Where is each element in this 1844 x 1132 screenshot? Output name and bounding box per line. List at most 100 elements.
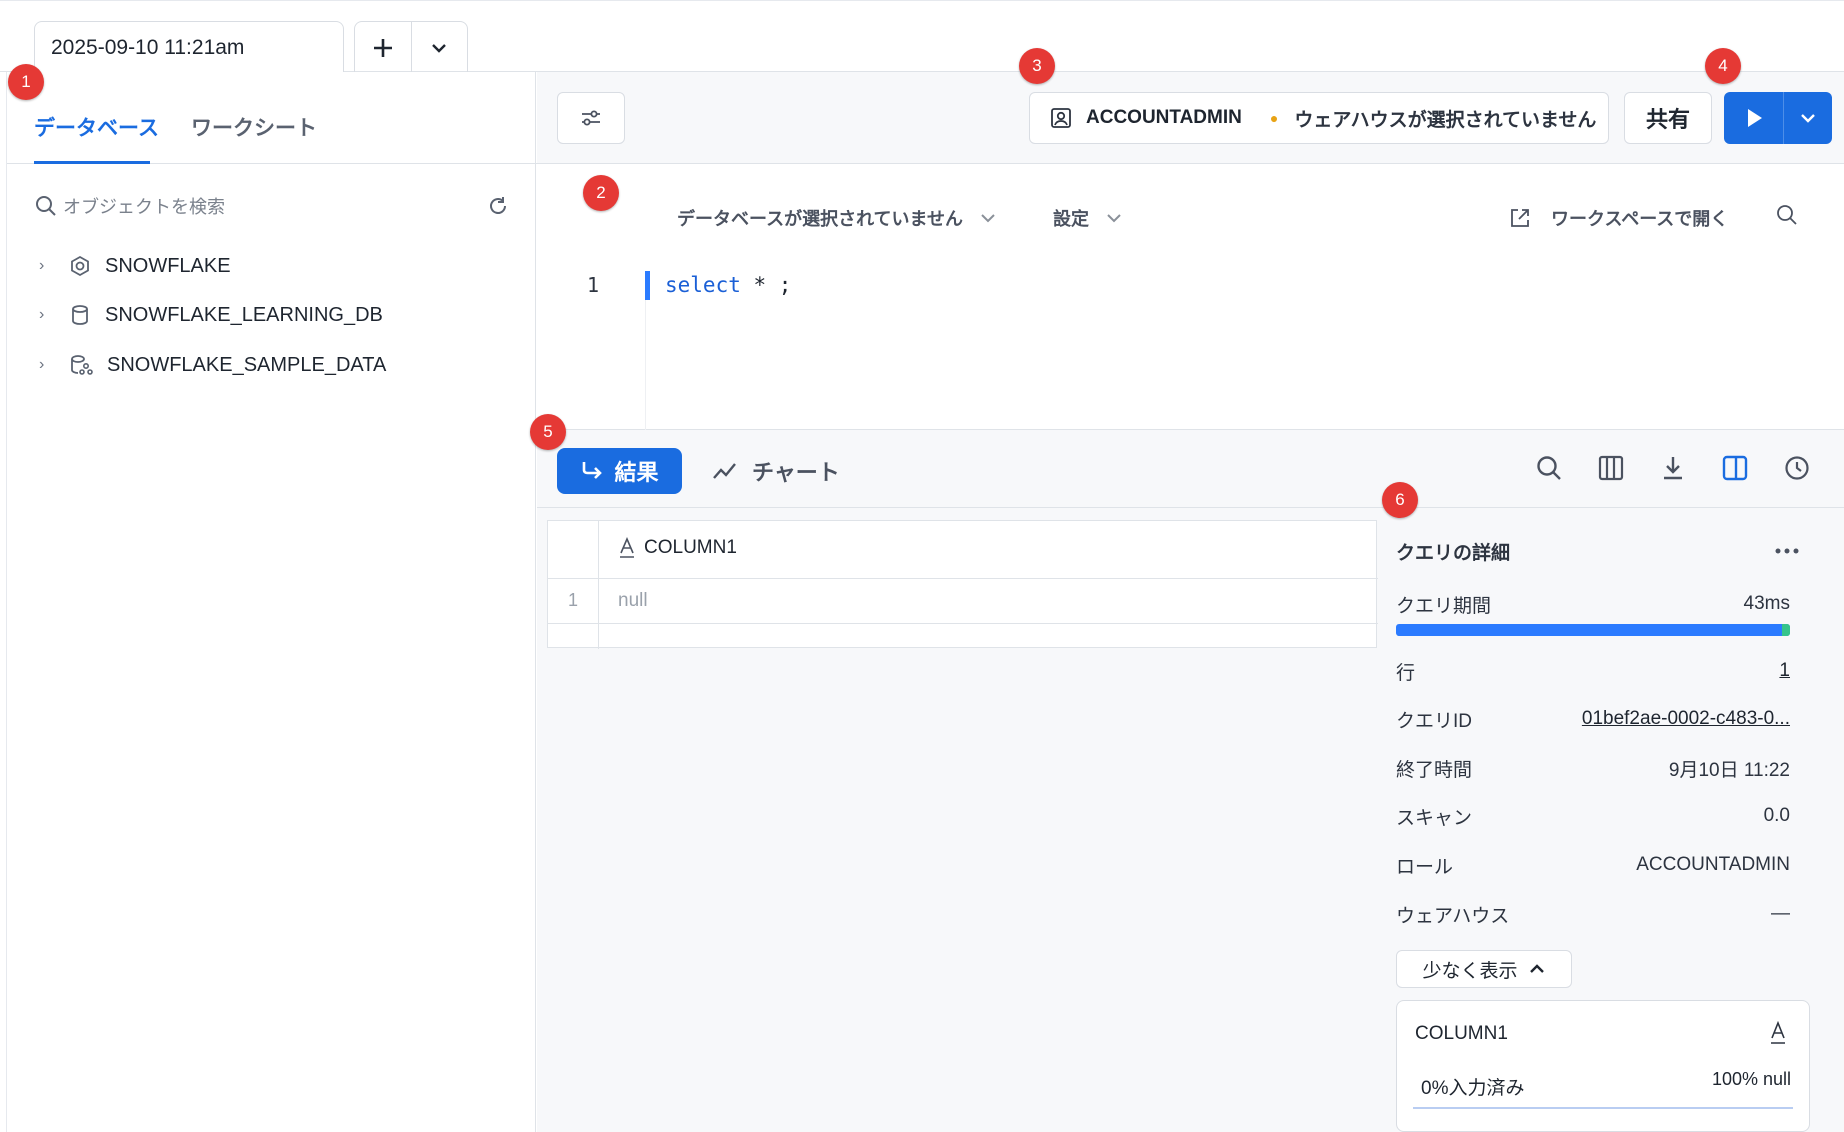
- active-line-marker: [645, 271, 650, 300]
- details-title: クエリの詳細: [1396, 542, 1511, 564]
- annotation-badge: 6: [1382, 482, 1418, 518]
- show-less-label: 少なく表示: [1422, 960, 1518, 982]
- download-icon[interactable]: [1659, 454, 1687, 482]
- detail-label: ロール: [1396, 856, 1454, 878]
- text-type-icon: [620, 537, 634, 558]
- line-chart-icon: [713, 463, 736, 479]
- worksheet-toolbar: ACCOUNTADMIN ● ウェアハウスが選択されていません 共有: [537, 72, 1844, 164]
- chevron-right-icon[interactable]: ›: [39, 257, 57, 275]
- run-button[interactable]: [1724, 92, 1784, 144]
- side-panel-icon[interactable]: [1721, 454, 1749, 482]
- plus-icon: [373, 38, 392, 57]
- chart-tab[interactable]: チャート: [712, 448, 840, 494]
- tree-item-learning-db[interactable]: › SNOWFLAKE_LEARNING_DB: [39, 299, 383, 331]
- detail-query-id: クエリID 01bef2ae-0002-c483-0...: [1396, 704, 1790, 734]
- show-less-button[interactable]: 少なく表示: [1396, 950, 1572, 988]
- grid-line: [548, 578, 1378, 579]
- worksheet-tab-title: 2025-09-10 11:21am: [51, 36, 245, 59]
- database-icon: [72, 305, 88, 325]
- role-label: ACCOUNTADMIN: [1086, 107, 1242, 128]
- worksheet-tab[interactable]: 2025-09-10 11:21am: [34, 21, 344, 74]
- text-type-icon: [1771, 1021, 1785, 1044]
- column-filled-label: 0%入力済み: [1421, 1078, 1525, 1099]
- detail-value: 43ms: [1743, 593, 1790, 614]
- sql-editor[interactable]: 1 select * ;: [537, 265, 1844, 430]
- results-tab-label: 結果: [614, 460, 659, 485]
- chevron-down-icon: [1801, 114, 1815, 123]
- detail-warehouse: ウェアハウス —: [1396, 899, 1790, 929]
- search-placeholder: オブジェクトを検索: [63, 197, 225, 217]
- chevron-up-icon: [1529, 964, 1544, 973]
- detail-label: クエリ期間: [1396, 595, 1492, 617]
- column-stats-name: COLUMN1: [1415, 1023, 1508, 1044]
- detail-label: ウェアハウス: [1396, 905, 1510, 927]
- object-explorer: データベース ワークシート オブジェクトを検索 › SNOWFLAKE › SN…: [6, 72, 537, 1132]
- results-toolbar: 結果 チャート: [537, 430, 1844, 508]
- settings-dropdown-label: 設定: [1053, 209, 1089, 229]
- detail-value: 9月10日 11:22: [1668, 759, 1790, 781]
- tree-item-label: SNOWFLAKE: [105, 254, 231, 277]
- columns-icon[interactable]: [1597, 454, 1625, 482]
- annotation-badge: 2: [583, 175, 619, 211]
- share-button[interactable]: 共有: [1624, 92, 1712, 144]
- search-icon[interactable]: [1775, 203, 1799, 227]
- object-search[interactable]: オブジェクトを検索: [35, 188, 515, 224]
- warehouse-label: ウェアハウスが選択されていません: [1294, 109, 1597, 131]
- chevron-right-icon[interactable]: ›: [39, 306, 57, 324]
- detail-end-time: 終了時間 9月10日 11:22: [1396, 753, 1790, 783]
- tree-item-label: SNOWFLAKE_LEARNING_DB: [105, 303, 383, 326]
- database-dropdown[interactable]: データベースが選択されていません: [677, 205, 997, 231]
- run-options-button[interactable]: [1784, 92, 1832, 144]
- more-options-icon[interactable]: [1774, 547, 1800, 555]
- refresh-icon[interactable]: [487, 195, 509, 217]
- tree-item-snowflake[interactable]: › SNOWFLAKE: [39, 250, 231, 282]
- settings-dropdown[interactable]: 設定: [1053, 205, 1123, 231]
- grid-line: [548, 623, 1378, 624]
- results-tab[interactable]: 結果: [557, 448, 682, 494]
- chevron-right-icon[interactable]: ›: [39, 356, 57, 374]
- database-dropdown-label: データベースが選択されていません: [677, 209, 964, 229]
- add-tab-button[interactable]: [355, 22, 412, 73]
- column-stats-card[interactable]: COLUMN1 0%入力済み 100% null: [1396, 1000, 1810, 1132]
- table-cell[interactable]: null: [618, 590, 648, 612]
- status-dot: ●: [1269, 110, 1279, 126]
- detail-label: 終了時間: [1396, 759, 1473, 781]
- shared-database-icon: [71, 355, 93, 375]
- context-selector[interactable]: ACCOUNTADMIN ● ウェアハウスが選択されていません: [1029, 92, 1609, 144]
- history-icon[interactable]: [1783, 454, 1811, 482]
- play-icon: [1747, 109, 1762, 127]
- external-link-icon: [1511, 209, 1529, 227]
- open-in-workspace-link[interactable]: ワークスペースで開く: [1509, 205, 1728, 231]
- rows-link[interactable]: 1: [1779, 660, 1790, 682]
- column-fill-bar: [1413, 1107, 1793, 1109]
- tab-databases[interactable]: データベース: [34, 112, 159, 142]
- detail-duration: クエリ期間 43ms: [1396, 589, 1790, 619]
- run-button-group: [1724, 92, 1832, 144]
- search-icon: [36, 196, 56, 216]
- open-in-workspace-label: ワークスペースで開く: [1551, 209, 1729, 229]
- return-arrow-icon: [583, 462, 603, 479]
- annotation-badge: 5: [530, 414, 566, 450]
- column-null-label: 100% null: [1711, 1069, 1791, 1089]
- tab-actions: [354, 21, 468, 73]
- search-icon[interactable]: [1535, 454, 1563, 482]
- query-details-panel: クエリの詳細 クエリ期間 43ms 行 1 クエリID 01bef2ae-000…: [1380, 508, 1844, 1132]
- tab-menu-button[interactable]: [412, 22, 468, 73]
- column-header-label: COLUMN1: [644, 537, 737, 558]
- column-header[interactable]: COLUMN1: [618, 537, 737, 559]
- line-number: 1: [587, 273, 600, 297]
- results-grid: COLUMN1 1 null: [547, 520, 1378, 649]
- tab-worksheets[interactable]: ワークシート: [191, 112, 317, 142]
- query-id-link[interactable]: 01bef2ae-0002-c483-0...: [1582, 708, 1790, 730]
- code-line[interactable]: select * ;: [665, 273, 791, 297]
- annotation-badge: 1: [8, 64, 44, 100]
- gutter-divider: [645, 300, 646, 430]
- detail-label: クエリID: [1396, 710, 1473, 732]
- filter-button[interactable]: [557, 92, 625, 144]
- annotation-badge: 4: [1705, 48, 1741, 84]
- editor-context-bar: データベースが選択されていません 設定 ワークスペースで開く: [537, 165, 1844, 265]
- chevron-down-icon: [432, 43, 447, 53]
- detail-value: ACCOUNTADMIN: [1636, 854, 1790, 875]
- tree-item-sample-data[interactable]: › SNOWFLAKE_SAMPLE_DATA: [39, 349, 386, 381]
- chart-tab-label: チャート: [752, 460, 840, 485]
